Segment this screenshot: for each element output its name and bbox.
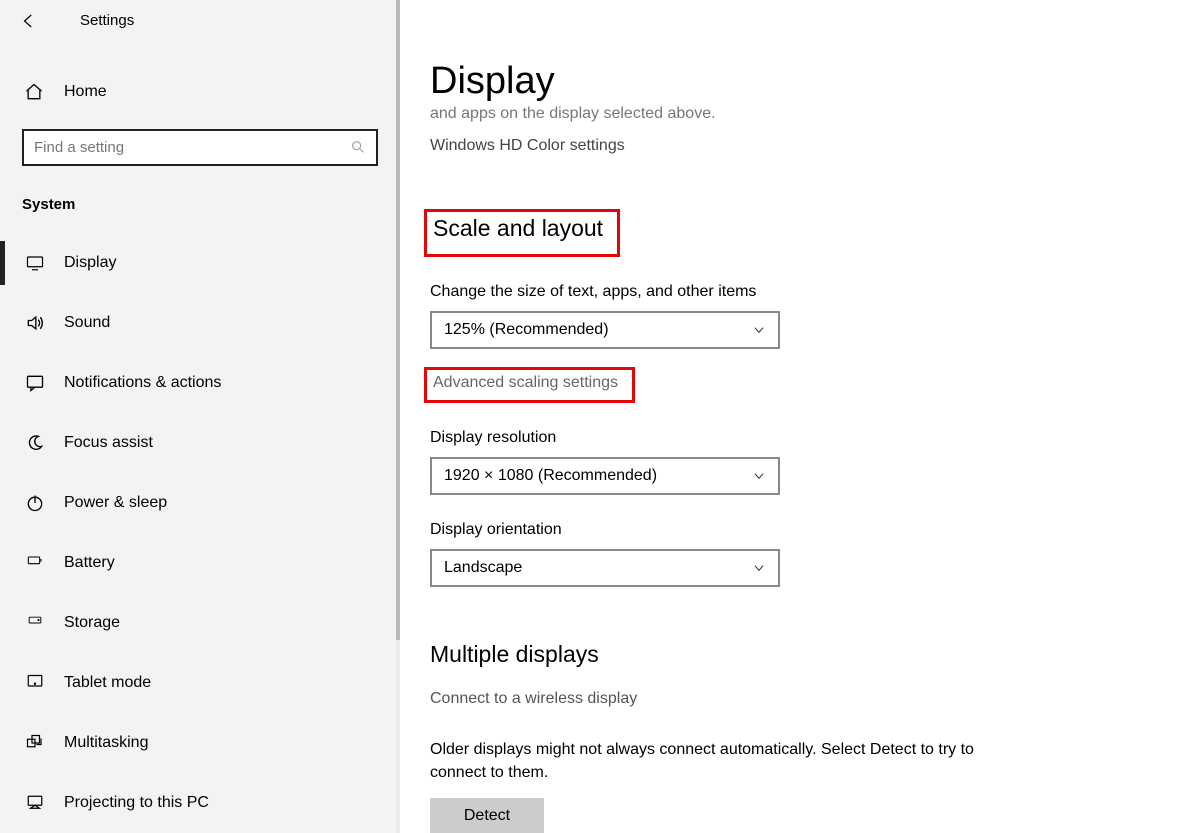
sidebar-item-label: Focus assist — [64, 434, 153, 452]
orientation-label: Display orientation — [430, 521, 1159, 539]
detect-description: Older displays might not always connect … — [430, 738, 990, 784]
sidebar-item-display[interactable]: Display — [0, 233, 400, 293]
window-title: Settings — [80, 12, 134, 29]
sidebar-item-projecting[interactable]: Projecting to this PC — [0, 773, 400, 833]
search-icon — [350, 139, 366, 155]
sidebar-item-label: Power & sleep — [64, 494, 167, 512]
sidebar-item-focus-assist[interactable]: Focus assist — [0, 413, 400, 473]
nav-home-label: Home — [64, 83, 107, 101]
search-box[interactable] — [22, 129, 378, 166]
chevron-down-icon — [752, 561, 766, 575]
home-icon — [24, 82, 44, 102]
category-label: System — [0, 178, 400, 233]
sidebar-item-label: Tablet mode — [64, 674, 151, 692]
resolution-dropdown-value: 1920 × 1080 (Recommended) — [444, 467, 657, 485]
sidebar-item-power-sleep[interactable]: Power & sleep — [0, 473, 400, 533]
storage-icon — [24, 616, 46, 630]
resolution-label: Display resolution — [430, 429, 1159, 447]
resolution-dropdown[interactable]: 1920 × 1080 (Recommended) — [430, 457, 780, 495]
sidebar-item-tablet-mode[interactable]: Tablet mode — [0, 653, 400, 713]
header-bar: Settings — [0, 0, 400, 42]
multiple-displays-heading: Multiple displays — [430, 641, 1159, 668]
power-icon — [24, 493, 46, 513]
advanced-scaling-link[interactable]: Advanced scaling settings — [424, 367, 635, 403]
truncated-description: and apps on the display selected above. — [430, 105, 1159, 123]
chevron-down-icon — [752, 469, 766, 483]
sidebar-item-label: Sound — [64, 314, 110, 332]
scale-heading-highlight: Scale and layout — [424, 209, 620, 257]
sidebar-item-label: Display — [64, 254, 116, 272]
sidebar-item-label: Battery — [64, 554, 115, 572]
page-title: Display — [430, 60, 1159, 103]
orientation-dropdown-value: Landscape — [444, 559, 522, 577]
sidebar-item-multitasking[interactable]: Multitasking — [0, 713, 400, 773]
orientation-dropdown[interactable]: Landscape — [430, 549, 780, 587]
back-button[interactable] — [20, 12, 38, 30]
project-icon — [24, 794, 46, 812]
nav-home[interactable]: Home — [0, 64, 400, 121]
scale-dropdown-value: 125% (Recommended) — [444, 321, 609, 339]
sidebar-item-label: Notifications & actions — [64, 374, 221, 392]
sidebar-item-sound[interactable]: Sound — [0, 293, 400, 353]
change-size-label: Change the size of text, apps, and other… — [430, 283, 1159, 301]
sidebar-item-notifications[interactable]: Notifications & actions — [0, 353, 400, 413]
speaker-icon — [24, 313, 46, 333]
sidebar-item-label: Projecting to this PC — [64, 794, 209, 812]
search-input[interactable] — [34, 137, 350, 158]
scale-dropdown[interactable]: 125% (Recommended) — [430, 311, 780, 349]
moon-icon — [24, 433, 46, 453]
multitask-icon — [24, 734, 46, 752]
tablet-icon — [24, 674, 46, 692]
nav-list: Display Sound Notifications & actions Fo… — [0, 233, 400, 833]
sidebar-item-label: Multitasking — [64, 734, 148, 752]
section-scale-layout: Scale and layout Change the size of text… — [430, 209, 1159, 587]
content-pane: Display and apps on the display selected… — [400, 0, 1189, 833]
monitor-icon — [24, 254, 46, 272]
sidebar-item-label: Storage — [64, 614, 120, 632]
section-multiple-displays: Multiple displays Connect to a wireless … — [430, 641, 1159, 833]
scale-heading: Scale and layout — [433, 215, 603, 241]
message-icon — [24, 373, 46, 393]
battery-icon — [24, 555, 46, 571]
hd-color-link[interactable]: Windows HD Color settings — [430, 137, 1159, 155]
sidebar-item-storage[interactable]: Storage — [0, 593, 400, 653]
chevron-down-icon — [752, 323, 766, 337]
connect-wireless-link[interactable]: Connect to a wireless display — [424, 686, 651, 716]
sidebar-item-battery[interactable]: Battery — [0, 533, 400, 593]
detect-button[interactable]: Detect — [430, 798, 544, 833]
sidebar: Settings Home System — [0, 0, 400, 833]
